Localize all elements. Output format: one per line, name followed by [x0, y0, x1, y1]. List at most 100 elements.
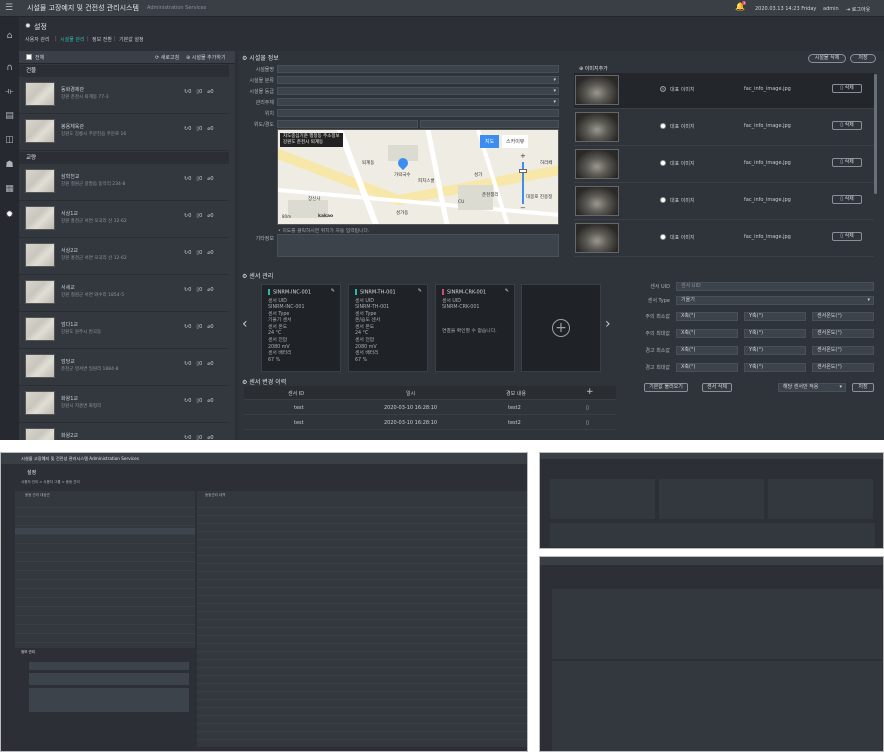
- facility-item[interactable]: 동화경제관 강원 춘천시 퇴계동 77-3 ↻0 ▯0 ⌀0: [19, 78, 229, 114]
- zoom-in-icon[interactable]: +: [520, 152, 526, 160]
- rep-image-radio[interactable]: [660, 234, 666, 240]
- facility-item[interactable]: 서상2교 강원 홍천군 서면 모곡리 산 12-62 ↻0 ▯0 ⌀0: [19, 239, 229, 275]
- save-sensor-button[interactable]: 저장: [852, 383, 874, 392]
- group-header[interactable]: 교량: [19, 152, 229, 164]
- facility-address: 강원 홍천군 서면 모곡리 산 12-62: [61, 256, 127, 261]
- trash-icon[interactable]: ▯: [586, 420, 589, 426]
- edit-icon[interactable]: ✎: [418, 288, 422, 294]
- sensor-card[interactable]: SINRM-INC-001 ✎ 센서 UID SINRM-INC-001 센서 Type…: [261, 284, 341, 372]
- field-input[interactable]: ▾: [277, 87, 559, 95]
- facility-stats: ↻0 ▯0 ⌀0: [184, 361, 214, 367]
- delete-image-button[interactable]: ▯ 삭제: [832, 195, 862, 204]
- zoom-handle[interactable]: [519, 169, 527, 173]
- add-sensor-card[interactable]: +: [521, 284, 601, 372]
- sensor-card[interactable]: SINRM-CRK-001 ✎ 센서 UID SINRM-CRK-001 연결을 확인할…: [435, 284, 515, 372]
- facility-item[interactable]: 봉용체육관 강원도 강릉시 주문진읍 주문로 16 ↻0 ▯0 ⌀0: [19, 115, 229, 151]
- skyview-button[interactable]: 스카이뷰: [502, 135, 529, 148]
- trash-icon[interactable]: ▯: [586, 405, 589, 411]
- add-circle-icon[interactable]: +: [552, 319, 570, 337]
- delete-image-button[interactable]: ▯ 삭제: [832, 158, 862, 167]
- edit-icon[interactable]: ✎: [331, 288, 335, 294]
- delete-image-button[interactable]: ▯ 삭제: [832, 232, 862, 241]
- home-icon[interactable]: ⌂: [4, 31, 15, 42]
- users-icon[interactable]: ☗: [4, 160, 15, 171]
- rep-image-radio[interactable]: [660, 197, 666, 203]
- image-scrollbar[interactable]: [874, 74, 877, 194]
- refresh-button[interactable]: ⟳ 새로고침: [155, 54, 179, 61]
- image-row[interactable]: 대표 이미지 fac_info_image.jpg ▯ 삭제: [574, 110, 874, 146]
- add-history-icon[interactable]: +: [586, 387, 594, 397]
- rep-image-radio[interactable]: [660, 160, 666, 166]
- select-all-checkbox[interactable]: [26, 54, 32, 60]
- thumb-row: [15, 636, 195, 643]
- menu-icon[interactable]: ☰: [5, 3, 13, 13]
- temp-input[interactable]: 센서온도(°): [812, 329, 874, 338]
- field-input[interactable]: [277, 65, 559, 73]
- tab-default-settings[interactable]: 기본값 설정: [119, 36, 144, 43]
- field-input[interactable]: ▾: [277, 98, 559, 106]
- delete-facility-button[interactable]: 시설물 삭제: [808, 54, 846, 63]
- chevron-down-icon: ▾: [553, 77, 556, 83]
- image-row[interactable]: 대표 이미지 fac_info_image.jpg ▯ 삭제: [574, 147, 874, 183]
- image-row[interactable]: 대표 이미지 fac_info_image.jpg ▯ 삭제: [574, 73, 874, 109]
- tab-facility-mgmt[interactable]: 시설물 관리: [60, 36, 85, 43]
- facility-item[interactable]: 엄당교 춘천군 영서면 일원리 1884-8 ↻0 ▯0 ⌀0: [19, 350, 229, 386]
- field-input[interactable]: [277, 120, 418, 128]
- latlng-input-2[interactable]: [420, 120, 559, 128]
- facility-item[interactable]: 삼학천교 강원 철원군 갈말읍 동막리 234-8 ↻0 ▯0 ⌀0: [19, 165, 229, 201]
- network-icon[interactable]: ⟛: [4, 87, 15, 98]
- temp-input[interactable]: 센서온도(°): [812, 346, 874, 355]
- y-axis-input[interactable]: Y축(°): [744, 363, 806, 372]
- report-icon[interactable]: ▦: [4, 184, 15, 195]
- location-map[interactable]: 지도중심기준 행정동 주소정보 강원도 춘천시 퇴계동 지도 스카이뷰 + − …: [277, 129, 559, 225]
- next-arrow-icon[interactable]: ›: [605, 316, 611, 332]
- map-button[interactable]: 지도: [480, 135, 500, 148]
- prev-arrow-icon[interactable]: ‹: [242, 316, 248, 332]
- zoom-control[interactable]: + −: [519, 152, 527, 212]
- temp-input[interactable]: 센서온도(°): [812, 312, 874, 321]
- edit-icon[interactable]: ✎: [505, 288, 509, 294]
- load-defaults-button[interactable]: 기본값 불러오기: [644, 383, 688, 392]
- temp-input[interactable]: 센서온도(°): [812, 363, 874, 372]
- y-axis-input[interactable]: Y축(°): [744, 329, 806, 338]
- tab-info-switch[interactable]: 정보 전환: [92, 36, 112, 43]
- facility-item[interactable]: 서상1교 강원 홍천군 서면 모곡리 산 12-62 ↻0 ▯0 ⌀0: [19, 202, 229, 238]
- stat-value: 0: [188, 213, 192, 219]
- rep-image-radio[interactable]: [660, 123, 666, 129]
- field-input[interactable]: [277, 109, 559, 117]
- x-axis-input[interactable]: X축(°): [676, 363, 738, 372]
- gauge-icon[interactable]: ∩: [4, 63, 15, 74]
- tab-user-mgmt[interactable]: 사용자 관리: [25, 36, 50, 43]
- facility-item[interactable]: 서세교 강원 철원군 서면 와수리 1854-5 ↻0 ▯0 ⌀0: [19, 276, 229, 312]
- table-icon[interactable]: ▤: [4, 111, 15, 122]
- y-axis-input[interactable]: Y축(°): [744, 346, 806, 355]
- delete-sensor-button[interactable]: 센서 삭제: [702, 383, 732, 392]
- delete-image-button[interactable]: ▯ 삭제: [832, 121, 862, 130]
- apply-scope-select[interactable]: 해당 센서만 적용 ▾: [778, 383, 846, 392]
- save-facility-button[interactable]: 저장: [850, 54, 876, 63]
- image-row[interactable]: 대표 이미지 fac_info_image.jpg ▯ 삭제: [574, 221, 874, 257]
- type-select[interactable]: 기울기 ▾: [676, 296, 874, 305]
- thumb-row: [197, 645, 527, 652]
- y-axis-input[interactable]: Y축(°): [744, 312, 806, 321]
- facility-item[interactable]: 화왕2교강원시 지흥면 화정리↻0▯0⌀0: [19, 424, 229, 440]
- delete-image-button[interactable]: ▯ 삭제: [832, 84, 862, 93]
- gear-icon[interactable]: ✹: [4, 210, 15, 221]
- group-header[interactable]: 건물: [19, 65, 229, 77]
- zoom-out-icon[interactable]: −: [520, 204, 526, 212]
- facility-item[interactable]: 엄다1교 강원도 원주시 반곡동 ↻0 ▯0 ⌀0: [19, 313, 229, 349]
- facility-item[interactable]: 화왕1교 강원시 지흥면 화정리 ↻0 ▯0 ⌀0: [19, 387, 229, 423]
- sensor-card[interactable]: SINRM-TH-001 ✎ 센서 UID SINRM-TH-001 센서 Type 온/…: [348, 284, 428, 372]
- field-input[interactable]: ▾: [277, 76, 559, 84]
- add-facility-button[interactable]: ⊕ 시설물 추가하기: [186, 54, 226, 61]
- chevron-down-icon: ▾: [867, 297, 870, 303]
- image-row[interactable]: 대표 이미지 fac_info_image.jpg ▯ 삭제: [574, 184, 874, 220]
- other-info-textarea[interactable]: [277, 234, 559, 257]
- x-axis-input[interactable]: X축(°): [676, 329, 738, 338]
- x-axis-input[interactable]: X축(°): [676, 312, 738, 321]
- uid-input[interactable]: 센서 UID: [676, 282, 874, 291]
- x-axis-input[interactable]: X축(°): [676, 346, 738, 355]
- chart-icon[interactable]: ◫: [4, 135, 15, 146]
- logout-button[interactable]: ⇥ 로그아웃: [846, 6, 870, 13]
- rep-image-radio[interactable]: [660, 86, 666, 92]
